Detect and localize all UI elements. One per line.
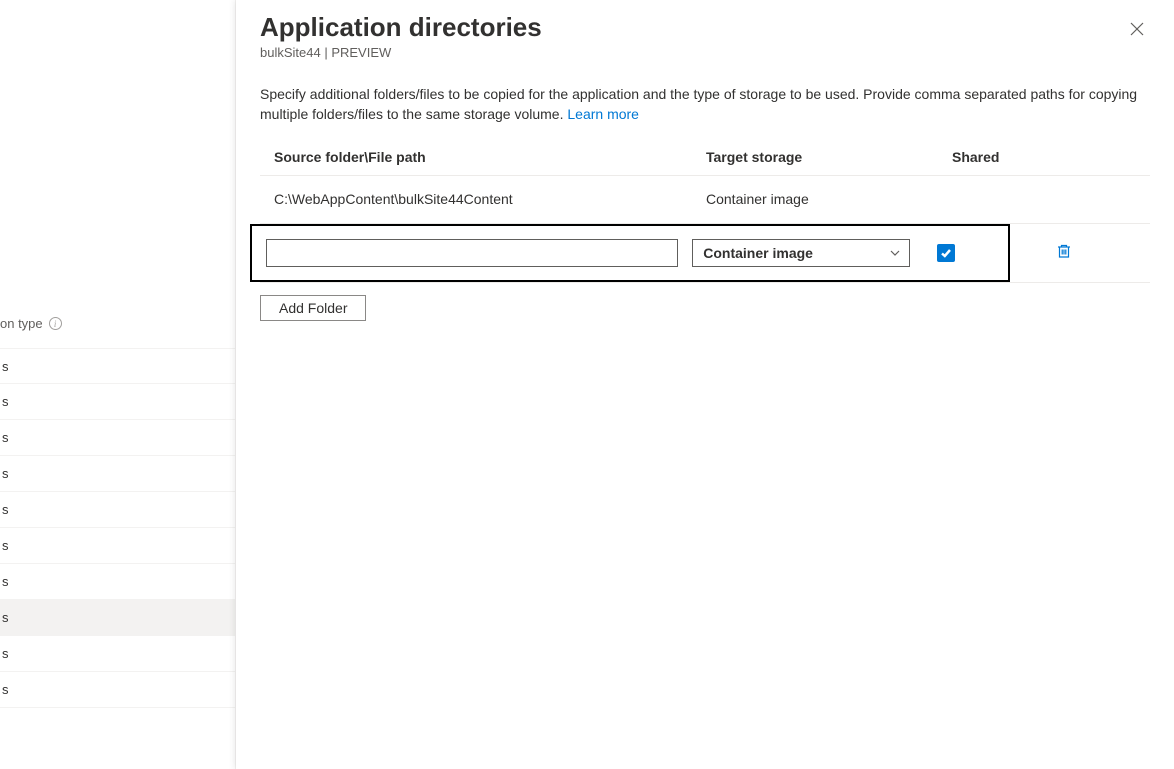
delete-row-button[interactable] xyxy=(1052,239,1076,266)
edit-target-cell: Container image xyxy=(692,239,935,267)
panel-description: Specify additional folders/files to be c… xyxy=(260,84,1150,125)
table-row: C:\WebAppContent\bulkSite44Content Conta… xyxy=(260,176,1150,224)
dropdown-selected-value: Container image xyxy=(703,245,813,261)
chevron-down-icon xyxy=(889,247,901,259)
target-storage-dropdown[interactable]: Container image xyxy=(692,239,910,267)
description-text: Specify additional folders/files to be c… xyxy=(260,86,1137,122)
panel-title: Application directories xyxy=(260,12,542,43)
column-header-target: Target storage xyxy=(706,149,952,165)
panel-resource-name: bulkSite44 xyxy=(260,45,321,60)
background-list-item[interactable]: s xyxy=(0,348,236,384)
shared-checkbox[interactable] xyxy=(937,244,955,262)
background-list-item[interactable]: s xyxy=(0,420,236,456)
close-icon xyxy=(1130,22,1144,36)
directories-table: Source folder\File path Target storage S… xyxy=(260,149,1150,283)
application-directories-blade: Application directories bulkSite44 | PRE… xyxy=(236,0,1174,769)
panel-preview-badge: PREVIEW xyxy=(331,45,391,60)
background-list-item[interactable]: s xyxy=(0,492,236,528)
table-header-row: Source folder\File path Target storage S… xyxy=(260,149,1150,176)
background-list-item[interactable]: s xyxy=(0,564,236,600)
row-target-storage: Container image xyxy=(706,191,952,207)
close-button[interactable] xyxy=(1124,16,1150,45)
learn-more-link[interactable]: Learn more xyxy=(567,106,639,122)
panel-subtitle: bulkSite44 | PREVIEW xyxy=(260,45,542,60)
background-list-item[interactable]: s xyxy=(0,384,236,420)
background-list-item[interactable]: s xyxy=(0,672,236,708)
edit-source-cell xyxy=(266,239,692,267)
background-section-label: on type i xyxy=(0,316,62,331)
background-list-item[interactable]: s xyxy=(0,456,236,492)
edit-shared-cell xyxy=(935,244,1008,262)
source-path-input[interactable] xyxy=(266,239,678,267)
background-section-text: on type xyxy=(0,316,43,331)
check-icon xyxy=(940,247,952,259)
edit-row-highlight: Container image xyxy=(250,224,1010,282)
trash-icon xyxy=(1056,243,1072,259)
table-row-edit: Container image xyxy=(260,224,1150,283)
background-list-item[interactable]: s xyxy=(0,600,236,636)
background-list: ssssssssss xyxy=(0,348,236,708)
info-icon[interactable]: i xyxy=(49,317,62,330)
panel-subtitle-separator: | xyxy=(321,45,332,60)
panel-header: Application directories bulkSite44 | PRE… xyxy=(260,12,1150,60)
column-header-shared: Shared xyxy=(952,149,1026,165)
background-list-item[interactable]: s xyxy=(0,636,236,672)
background-list-item[interactable]: s xyxy=(0,528,236,564)
background-left-panel: on type i ssssssssss xyxy=(0,0,236,769)
row-source-path: C:\WebAppContent\bulkSite44Content xyxy=(274,191,706,207)
add-folder-button[interactable]: Add Folder xyxy=(260,295,366,321)
column-header-source: Source folder\File path xyxy=(274,149,706,165)
